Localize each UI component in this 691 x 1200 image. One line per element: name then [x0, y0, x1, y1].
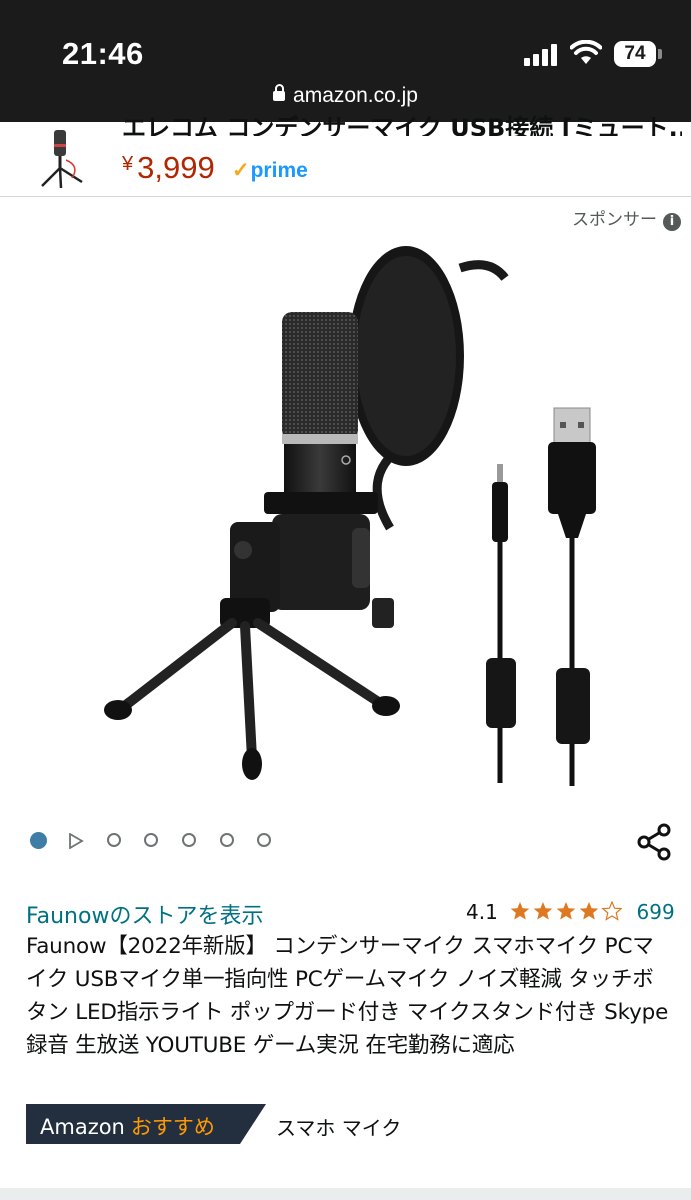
video-play-icon[interactable]	[68, 833, 84, 849]
section-divider	[0, 1188, 691, 1200]
store-link[interactable]: Faunowのストアを表示	[26, 898, 263, 930]
product-thumbnail	[41, 130, 83, 189]
badge-keyword: スマホ マイク	[276, 1116, 402, 1140]
signal-icon	[524, 44, 562, 66]
currency-symbol: ¥	[122, 153, 134, 175]
sticky-product-header[interactable]: エレコム コンデンサーマイク USB接続 [ミュート... ¥3,999 ✓pr…	[0, 114, 691, 197]
url-text: amazon.co.jp	[293, 84, 418, 107]
clock: 21:46	[62, 36, 144, 71]
share-icon[interactable]	[634, 822, 674, 862]
lock-icon	[273, 84, 286, 101]
rating-value: 4.1	[466, 900, 498, 924]
product-title[interactable]: Faunow【2022年新版】 コンデンサーマイク スマホマイク PCマイク U…	[26, 930, 672, 1062]
star-rating-icon	[510, 901, 623, 921]
pagination-dot-6[interactable]	[220, 833, 234, 847]
info-icon[interactable]: i	[663, 213, 681, 231]
sponsored-label[interactable]: スポンサー i	[572, 205, 681, 231]
pagination-dot-3[interactable]	[107, 833, 121, 847]
status-bar: 21:46 74 amazon.co.jp	[0, 0, 691, 122]
rating-summary[interactable]: 4.1 699	[466, 900, 675, 924]
battery-icon: 74	[614, 41, 656, 67]
review-count[interactable]: 699	[637, 900, 675, 924]
battery-tip	[658, 49, 662, 59]
badge-text: Amazon おすすめ	[40, 1115, 215, 1139]
pagination-dot-7[interactable]	[257, 833, 271, 847]
pagination-dot-5[interactable]	[182, 833, 196, 847]
prime-badge: ✓prime	[232, 159, 308, 182]
pagination-dot-4[interactable]	[144, 833, 158, 847]
sticky-price: ¥3,999	[122, 150, 215, 186]
prime-check-icon: ✓	[232, 159, 250, 182]
sticky-product-title: エレコム コンデンサーマイク USB接続 [ミュート...	[122, 114, 682, 136]
wifi-icon	[570, 40, 602, 64]
price-value: 3,999	[137, 150, 215, 185]
product-image[interactable]	[60, 238, 660, 798]
pagination-dot-1[interactable]	[30, 832, 47, 849]
